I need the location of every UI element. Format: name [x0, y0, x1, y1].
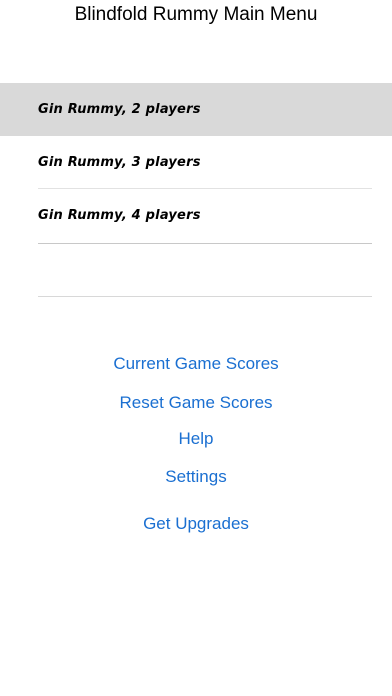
game-option-label: Gin Rummy, 3 players [38, 155, 201, 170]
settings-link[interactable]: Settings [0, 466, 392, 488]
game-option-3-players[interactable]: Gin Rummy, 3 players [0, 136, 392, 189]
list-divider [38, 243, 372, 244]
game-list: Gin Rummy, 2 players Gin Rummy, 3 player… [0, 83, 392, 242]
list-divider [38, 296, 372, 297]
game-option-4-players[interactable]: Gin Rummy, 4 players [0, 189, 392, 242]
get-upgrades-link[interactable]: Get Upgrades [0, 513, 392, 535]
game-option-label: Gin Rummy, 2 players [38, 102, 201, 117]
reset-game-scores-link[interactable]: Reset Game Scores [0, 392, 392, 414]
current-game-scores-link[interactable]: Current Game Scores [0, 353, 392, 375]
game-option-label: Gin Rummy, 4 players [38, 208, 201, 223]
help-link[interactable]: Help [0, 428, 392, 450]
page-title: Blindfold Rummy Main Menu [74, 4, 318, 25]
game-option-2-players[interactable]: Gin Rummy, 2 players [0, 83, 392, 136]
